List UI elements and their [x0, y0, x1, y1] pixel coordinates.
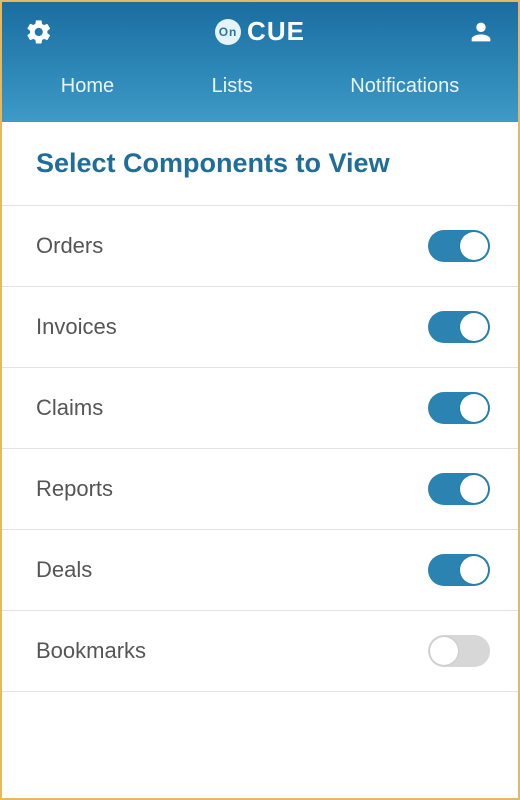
component-row: Orders	[2, 206, 518, 287]
component-row: Reports	[2, 449, 518, 530]
component-list: Orders Invoices Claims Reports Deals Bookmark…	[2, 205, 518, 692]
tab-notifications[interactable]: Notifications	[344, 71, 465, 102]
app-brand: On CUE	[215, 16, 305, 47]
component-toggle[interactable]	[428, 554, 490, 586]
toggle-knob	[460, 556, 488, 584]
tab-lists[interactable]: Lists	[206, 71, 259, 102]
brand-text: CUE	[247, 16, 305, 47]
component-toggle[interactable]	[428, 635, 490, 667]
component-row: Claims	[2, 368, 518, 449]
component-toggle[interactable]	[428, 392, 490, 424]
component-label: Claims	[36, 395, 103, 421]
profile-button[interactable]	[466, 17, 496, 47]
component-row: Invoices	[2, 287, 518, 368]
top-bar: On CUE	[2, 16, 518, 57]
component-toggle[interactable]	[428, 311, 490, 343]
component-label: Invoices	[36, 314, 117, 340]
toggle-knob	[460, 232, 488, 260]
component-row: Deals	[2, 530, 518, 611]
toggle-knob	[430, 637, 458, 665]
component-label: Deals	[36, 557, 92, 583]
component-label: Bookmarks	[36, 638, 146, 664]
main-content: Select Components to View Orders Invoices…	[2, 122, 518, 798]
page-title: Select Components to View	[2, 122, 518, 205]
app-header: On CUE Home Lists Notifications	[2, 2, 518, 122]
component-toggle[interactable]	[428, 230, 490, 262]
component-label: Reports	[36, 476, 113, 502]
nav-tabs: Home Lists Notifications	[2, 57, 518, 122]
toggle-knob	[460, 394, 488, 422]
brand-badge: On	[215, 19, 241, 45]
person-icon	[467, 18, 495, 46]
settings-button[interactable]	[24, 17, 54, 47]
gear-icon	[25, 18, 53, 46]
component-row: Bookmarks	[2, 611, 518, 692]
toggle-knob	[460, 475, 488, 503]
component-toggle[interactable]	[428, 473, 490, 505]
tab-home[interactable]: Home	[55, 71, 120, 102]
toggle-knob	[460, 313, 488, 341]
component-label: Orders	[36, 233, 103, 259]
